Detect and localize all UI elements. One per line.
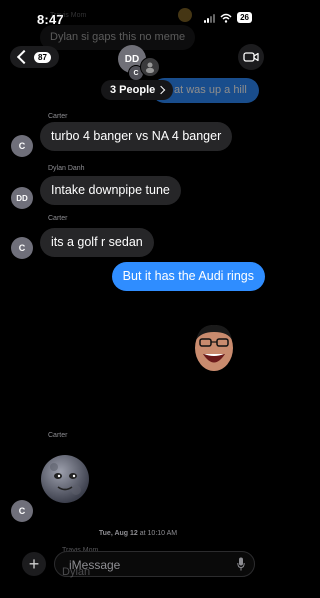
video-call-button[interactable] — [238, 44, 264, 70]
avatar[interactable]: C — [11, 135, 33, 157]
back-chevron-icon — [16, 49, 32, 65]
timestamp-day: Tue, Aug 12 — [98, 530, 138, 537]
plus-button[interactable]: + — [22, 552, 46, 576]
microphone-icon[interactable] — [237, 557, 245, 571]
timestamp: Tue, Aug 12 at 10:10 AM — [0, 530, 276, 537]
battery-icon: 26 — [237, 12, 252, 23]
message-bubble[interactable]: turbo 4 banger vs NA 4 banger — [40, 122, 233, 151]
avatar[interactable]: DD — [11, 187, 33, 209]
avatar[interactable]: C — [11, 237, 33, 259]
video-camera-icon — [243, 52, 259, 62]
group-title-button[interactable]: 3 People — [101, 80, 174, 100]
message-sender: Carter — [48, 113, 68, 120]
moon-face-sticker[interactable] — [40, 454, 90, 504]
faded-avatar — [178, 8, 192, 22]
faded-sender: Travis Mom — [50, 12, 87, 19]
message-sender: Dylan Danh — [48, 165, 85, 172]
timestamp-time: at 10:10 AM — [139, 530, 178, 537]
plus-icon: + — [28, 554, 40, 574]
avatar-photo — [140, 57, 160, 77]
wifi-icon — [220, 13, 232, 23]
faded-bottom-text: Dylan — [62, 566, 91, 578]
group-avatar[interactable]: DD C — [118, 45, 160, 81]
message-bubble-outgoing[interactable]: But it has the Audi rings — [111, 262, 265, 291]
status-icons: 26 — [204, 12, 252, 23]
signal-icon — [204, 13, 216, 23]
message-sender: Carter — [48, 432, 68, 439]
chevron-right-icon — [157, 85, 166, 95]
message-sender: Carter — [48, 215, 68, 222]
back-button[interactable]: 87 — [10, 46, 59, 68]
avatar[interactable]: C — [11, 500, 33, 522]
message-input[interactable] — [67, 556, 231, 574]
meme-face-sticker[interactable] — [192, 322, 236, 374]
message-bubble[interactable]: its a golf r sedan — [40, 228, 154, 257]
unread-count-badge: 87 — [34, 51, 51, 63]
message-bubble[interactable]: Intake downpipe tune — [40, 176, 181, 205]
group-title: 3 People — [110, 84, 156, 96]
